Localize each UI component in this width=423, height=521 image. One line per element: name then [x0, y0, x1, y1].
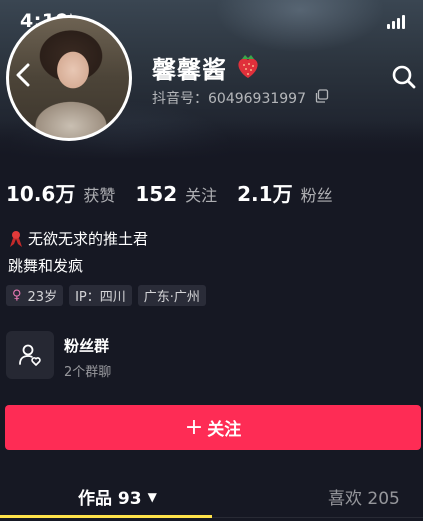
ribbon-icon — [10, 230, 22, 247]
bio-text-1: 无欲无求的推土君 — [28, 230, 149, 248]
douyin-id: 抖音号：60496931997 — [152, 91, 306, 107]
caret-down-icon: ▼ — [147, 489, 157, 504]
fan-group-title[interactable]: 粉丝群 — [64, 335, 109, 356]
bio-line-1: 无欲无求的推土君 — [8, 228, 148, 249]
copy-icon[interactable] — [315, 89, 329, 103]
tag-age-text: 23岁 — [27, 290, 58, 305]
fan-group-subtitle: 2个群聊 — [64, 365, 112, 380]
stat-label: 关注 — [185, 186, 218, 205]
tab-works-label: 作品 93 — [78, 489, 142, 509]
stat-value: 2.1万 — [237, 182, 293, 206]
signal-icon — [387, 15, 405, 29]
stat-followers[interactable]: 2.1万 粉丝 — [237, 178, 332, 207]
stat-label: 粉丝 — [300, 186, 333, 205]
fan-group-icon-box[interactable] — [6, 331, 54, 379]
strawberry-icon — [238, 55, 258, 78]
tab-active-indicator — [0, 515, 212, 518]
stat-value: 152 — [135, 182, 178, 206]
tag-location: 广东·广州 — [137, 285, 206, 306]
bio-line-2: 跳舞和发疯 — [8, 257, 84, 275]
tag-age: ♀ 23岁 — [6, 285, 64, 306]
tab-likes[interactable]: 喜欢 205 — [328, 484, 400, 509]
tab-works[interactable]: 作品 93 ▼ — [78, 484, 157, 509]
plus-icon: + — [184, 414, 204, 440]
profile-stats: 10.6万 获赞 152 关注 2.1万 粉丝 — [6, 178, 353, 207]
profile-name: 馨馨酱 — [152, 56, 227, 84]
chevron-left-icon — [16, 63, 30, 87]
stat-value: 10.6万 — [6, 182, 76, 206]
follow-button[interactable]: + 关注 — [5, 405, 421, 450]
tag-ip: IP：四川 — [69, 285, 132, 306]
stat-likes: 10.6万 获赞 — [6, 178, 115, 207]
female-icon: ♀ — [12, 288, 22, 303]
stat-following[interactable]: 152 关注 — [135, 182, 217, 206]
user-heart-icon — [19, 344, 41, 366]
profile-tags: ♀ 23岁 IP：四川 广东·广州 — [6, 285, 206, 306]
stat-label: 获赞 — [83, 186, 116, 205]
search-icon[interactable] — [391, 64, 417, 90]
back-button[interactable] — [10, 60, 36, 90]
follow-button-label: 关注 — [207, 420, 242, 440]
